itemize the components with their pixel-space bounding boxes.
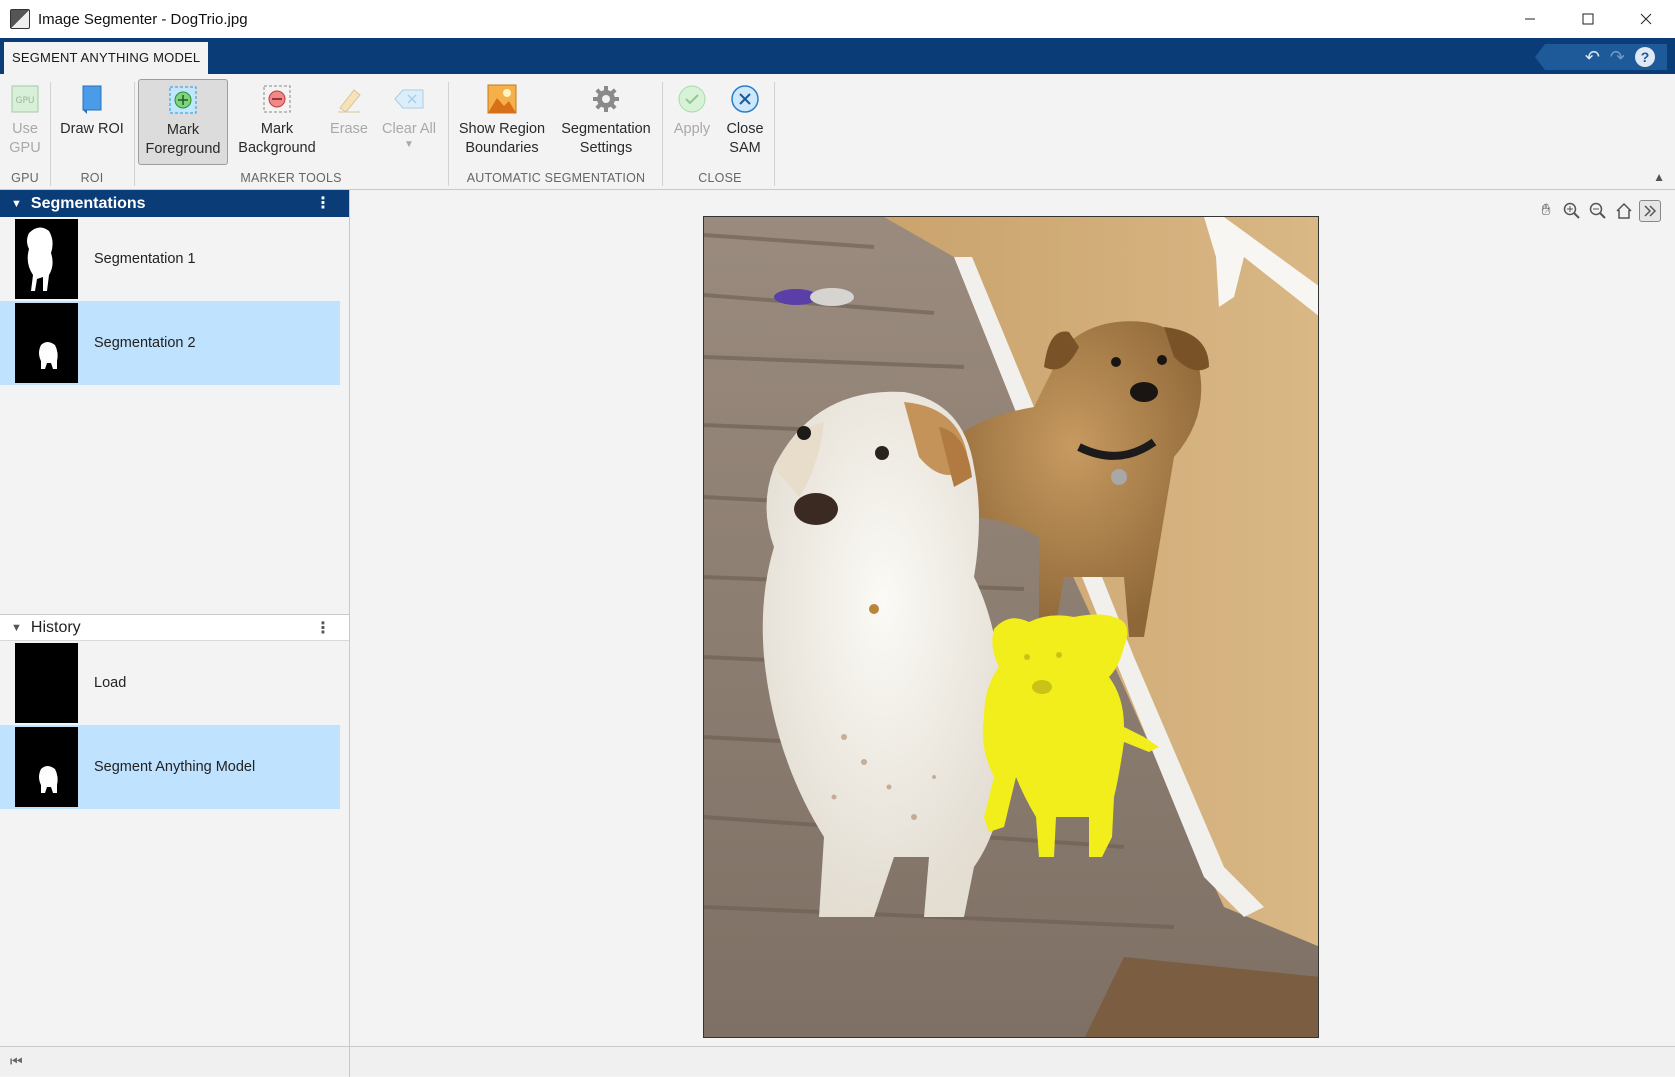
segmentation-settings-label: Segmentation — [561, 121, 651, 137]
eraser-icon — [333, 83, 365, 115]
group-label-marker-tools: MARKER TOOLS — [240, 171, 342, 185]
tab-strip: SEGMENT ANYTHING MODEL ↶ ↷ ? — [0, 38, 1675, 74]
status-bar-left: ⏮︎ — [0, 1047, 350, 1077]
close-window-button[interactable] — [1617, 0, 1675, 38]
clear-all-dropdown-icon[interactable]: ▼ — [404, 139, 414, 151]
left-panel: ▼ Segmentations ⋮ Segmentation 1 Segment… — [0, 190, 350, 1046]
more-options-icon[interactable]: ⋮ — [315, 190, 331, 217]
mark-background-icon — [261, 83, 293, 115]
close-circle-icon — [729, 83, 761, 115]
history-thumbnail — [15, 643, 78, 723]
axes-toolbar: ✋︎ — [1535, 200, 1661, 222]
draw-roi-label: Draw ROI — [60, 121, 124, 137]
mark-foreground-label: Mark — [166, 122, 200, 138]
clear-all-button[interactable]: Clear All ▼ — [376, 79, 442, 165]
collapse-caret-icon[interactable]: ▼ — [11, 198, 22, 210]
zoom-in-icon[interactable] — [1561, 200, 1583, 222]
window-controls — [1501, 0, 1675, 38]
segmentation-settings-button[interactable]: Segmentation Settings — [556, 79, 656, 165]
close-sam-button[interactable]: Close SAM — [720, 79, 770, 165]
mark-foreground-button[interactable]: Mark Foreground — [138, 79, 228, 165]
history-panel-header[interactable]: ▼ History ⋮ — [0, 614, 349, 641]
group-label-close: CLOSE — [698, 171, 742, 185]
status-bar: ⏮︎ — [0, 1046, 1675, 1077]
erase-label: Erase — [330, 121, 368, 137]
undo-icon[interactable]: ↶ — [1585, 44, 1600, 70]
home-icon[interactable] — [1613, 200, 1635, 222]
list-item-label: Segment Anything Model — [94, 759, 256, 775]
go-to-first-icon[interactable]: ⏮︎ — [10, 1053, 23, 1070]
title-bar: Image Segmenter - DogTrio.jpg — [0, 0, 1675, 38]
quick-access-bar: ↶ ↷ ? — [1535, 44, 1667, 70]
segmentations-panel-header[interactable]: ▼ Segmentations ⋮ — [0, 190, 349, 217]
use-gpu-label-2: GPU — [9, 140, 41, 156]
mark-foreground-icon — [167, 84, 199, 116]
erase-button[interactable]: Erase — [326, 79, 372, 165]
use-gpu-button[interactable]: GPU Use GPU — [6, 79, 44, 165]
window-title: Image Segmenter - DogTrio.jpg — [38, 10, 248, 28]
group-label-automatic-segmentation: AUTOMATIC SEGMENTATION — [466, 171, 646, 185]
history-title: History — [30, 618, 81, 636]
clear-all-icon — [393, 83, 425, 115]
mark-foreground-label-2: Foreground — [145, 141, 221, 157]
list-item-label: Segmentation 1 — [94, 251, 196, 267]
apply-label: Apply — [673, 121, 711, 137]
group-label-gpu: GPU — [11, 171, 39, 185]
pan-icon[interactable]: ✋︎ — [1535, 200, 1557, 222]
toolstrip: GPU Use GPU GPU Draw ROI ROI Mark Foregr… — [0, 74, 1675, 190]
segmentations-title: Segmentations — [30, 194, 146, 212]
collapse-toolstrip-icon[interactable]: ▲︎ — [1653, 170, 1665, 184]
help-icon[interactable]: ? — [1635, 47, 1655, 67]
maximize-button[interactable] — [1559, 0, 1617, 38]
gear-icon — [590, 83, 622, 115]
show-region-label-2: Boundaries — [465, 140, 539, 156]
draw-roi-icon — [76, 83, 108, 115]
gpu-icon: GPU — [9, 83, 41, 115]
close-sam-label-2: SAM — [729, 140, 761, 156]
clear-all-label: Clear All — [382, 121, 436, 137]
segmentation-settings-label-2: Settings — [579, 140, 633, 156]
group-label-roi: ROI — [80, 171, 104, 185]
segmentation-item-2[interactable]: Segmentation 2 — [0, 301, 340, 385]
history-thumbnail — [15, 727, 78, 807]
more-options-icon[interactable]: ⋮ — [315, 615, 331, 642]
svg-text:GPU: GPU — [16, 96, 35, 106]
apply-button[interactable]: Apply — [668, 79, 716, 165]
image-canvas: ✋︎ — [351, 190, 1675, 1046]
draw-roi-button[interactable]: Draw ROI — [56, 79, 128, 165]
list-item-label: Segmentation 2 — [94, 335, 196, 351]
segmented-image[interactable] — [703, 216, 1319, 1038]
segmentation-item-1[interactable]: Segmentation 1 — [0, 217, 340, 301]
segmentation-thumbnail — [15, 303, 78, 383]
tab-segment-anything-model[interactable]: SEGMENT ANYTHING MODEL — [4, 42, 209, 74]
segmentation-thumbnail — [15, 219, 78, 299]
collapse-caret-icon[interactable]: ▼ — [11, 622, 22, 634]
expand-icon[interactable] — [1639, 200, 1661, 222]
minimize-button[interactable] — [1501, 0, 1559, 38]
close-sam-label: Close — [726, 121, 764, 137]
mark-background-label-2: Background — [238, 140, 316, 156]
mark-background-button[interactable]: Mark Background — [232, 79, 322, 165]
mark-background-label: Mark — [260, 121, 294, 137]
show-region-label: Show Region — [458, 121, 546, 137]
app-icon — [10, 9, 30, 29]
history-item-load[interactable]: Load — [0, 641, 340, 725]
history-item-segment-anything-model[interactable]: Segment Anything Model — [0, 725, 340, 809]
show-region-boundaries-button[interactable]: Show Region Boundaries — [454, 79, 550, 165]
redo-icon[interactable]: ↷ — [1610, 44, 1625, 70]
zoom-out-icon[interactable] — [1587, 200, 1609, 222]
check-icon — [676, 83, 708, 115]
region-boundaries-icon — [486, 83, 518, 115]
use-gpu-label: Use — [12, 121, 38, 137]
history-section: ▼ History ⋮ Load Segment Anything Model — [0, 614, 349, 809]
list-item-label: Load — [94, 675, 127, 691]
